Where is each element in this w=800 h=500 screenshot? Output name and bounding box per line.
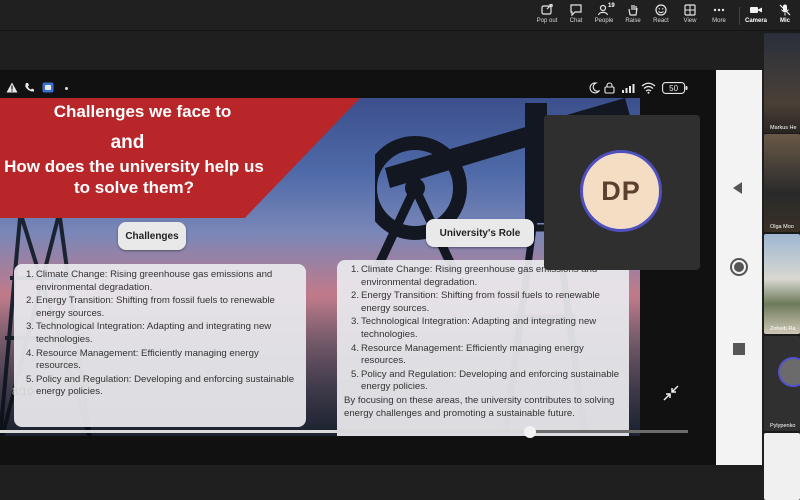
collapse-icon[interactable] (662, 384, 680, 402)
people-label: People (594, 18, 614, 24)
hand-icon (628, 5, 638, 16)
view-button[interactable]: View (674, 4, 706, 28)
university-role-list: 1. Climate Change: Rising greenhouse gas … (351, 264, 621, 394)
slide-seek-bar[interactable] (0, 430, 688, 433)
notification-dot-icon (65, 87, 68, 90)
list-item: 4. Resource Management: Efficiently manag… (26, 347, 259, 372)
view-label: View (683, 18, 697, 24)
participant-tile[interactable]: Zoheib Ra (764, 234, 800, 334)
warning-icon (6, 82, 18, 93)
self-avatar: DP (580, 150, 662, 232)
list-item: 2. Energy Transition: Shifting from fossi… (351, 290, 600, 314)
camera-label: Camera (744, 18, 767, 24)
slide-title-line-3: How does the university help us to solve… (4, 157, 264, 197)
more-label: More (712, 18, 726, 24)
home-icon[interactable] (729, 257, 749, 277)
slide-counter: 8/10 (12, 386, 34, 398)
mic-label: Mic (779, 18, 790, 24)
meeting-window: Pop out Chat 19 People Raise React View … (0, 0, 800, 500)
recents-icon[interactable] (732, 342, 746, 356)
grid-icon (684, 4, 696, 16)
list-item: 5. Policy and Regulation: Developing and … (351, 368, 620, 393)
signal-icon (622, 84, 635, 93)
challenges-list: 1. Climate Change: Rising greenhouse gas … (26, 269, 298, 399)
list-item: 5. Policy and Regulation: Developing and … (26, 373, 295, 398)
participant-name: Markus He (770, 125, 797, 131)
people-button[interactable]: 19 People (588, 3, 620, 28)
list-item: 3. Technological Integration: Adapting an… (26, 321, 272, 345)
participant-tile[interactable] (764, 433, 800, 500)
seek-bar-handle[interactable] (523, 426, 536, 438)
seek-bar-fill (0, 430, 530, 433)
battery-icon: 50 (662, 82, 688, 94)
meeting-toolbar: Pop out Chat 19 People Raise React View … (0, 0, 800, 31)
app-notification-icon (42, 82, 54, 93)
challenges-heading: Challenges (118, 222, 186, 250)
list-item: 2. Energy Transition: Shifting from fossi… (26, 295, 275, 319)
people-count-badge: 19 (608, 3, 615, 9)
participant-name: Pylypenko (770, 423, 796, 429)
camera-icon (750, 7, 762, 13)
phone-call-icon (25, 83, 34, 92)
react-button[interactable]: React (645, 4, 677, 28)
mic-button[interactable]: Mic (769, 4, 800, 28)
chat-icon (570, 4, 582, 16)
smiley-icon (655, 4, 667, 16)
summary-text: By focusing on these areas, the universi… (344, 394, 615, 419)
participant-name: Olga Moo (770, 224, 794, 230)
camera-button[interactable]: Camera (740, 4, 772, 28)
back-icon[interactable] (731, 181, 745, 195)
chat-label: Chat (569, 18, 583, 24)
university-role-card: 1. Climate Change: Rising greenhouse gas … (337, 260, 629, 436)
pop-out-icon (541, 4, 553, 15)
raise-label: Raise (625, 18, 641, 24)
mic-muted-icon (779, 4, 791, 16)
moon-icon (589, 82, 600, 94)
more-dots-icon (713, 8, 725, 12)
lock-icon (604, 82, 615, 94)
pop-out-button[interactable]: Pop out (531, 4, 563, 28)
slide-title-line-2: and (110, 132, 145, 153)
challenges-card: 1. Climate Change: Rising greenhouse gas … (14, 264, 306, 427)
wifi-icon (641, 82, 656, 94)
participant-tile[interactable]: Markus He (764, 33, 800, 133)
participant-name: Zoheib Ra (770, 326, 796, 332)
university-role-heading: University's Role (426, 219, 534, 247)
phone-status-bar: 50 (0, 78, 715, 98)
battery-level: 50 (669, 84, 678, 93)
android-nav-bar (716, 70, 762, 465)
list-item: 1. Climate Change: Rising greenhouse gas … (26, 269, 273, 293)
list-item: 4. Resource Management: Efficiently manag… (351, 342, 584, 367)
participant-tile[interactable]: Pylypenko (764, 336, 800, 431)
more-button[interactable]: More (703, 4, 735, 28)
slide-title-line-1: Challenges we face to (53, 102, 232, 121)
pop-out-label: Pop out (536, 18, 558, 24)
list-item: 3. Technological Integration: Adapting an… (351, 316, 597, 340)
react-label: React (653, 18, 669, 24)
participant-avatar (778, 357, 800, 387)
participant-tile[interactable]: Olga Moo (764, 134, 800, 232)
